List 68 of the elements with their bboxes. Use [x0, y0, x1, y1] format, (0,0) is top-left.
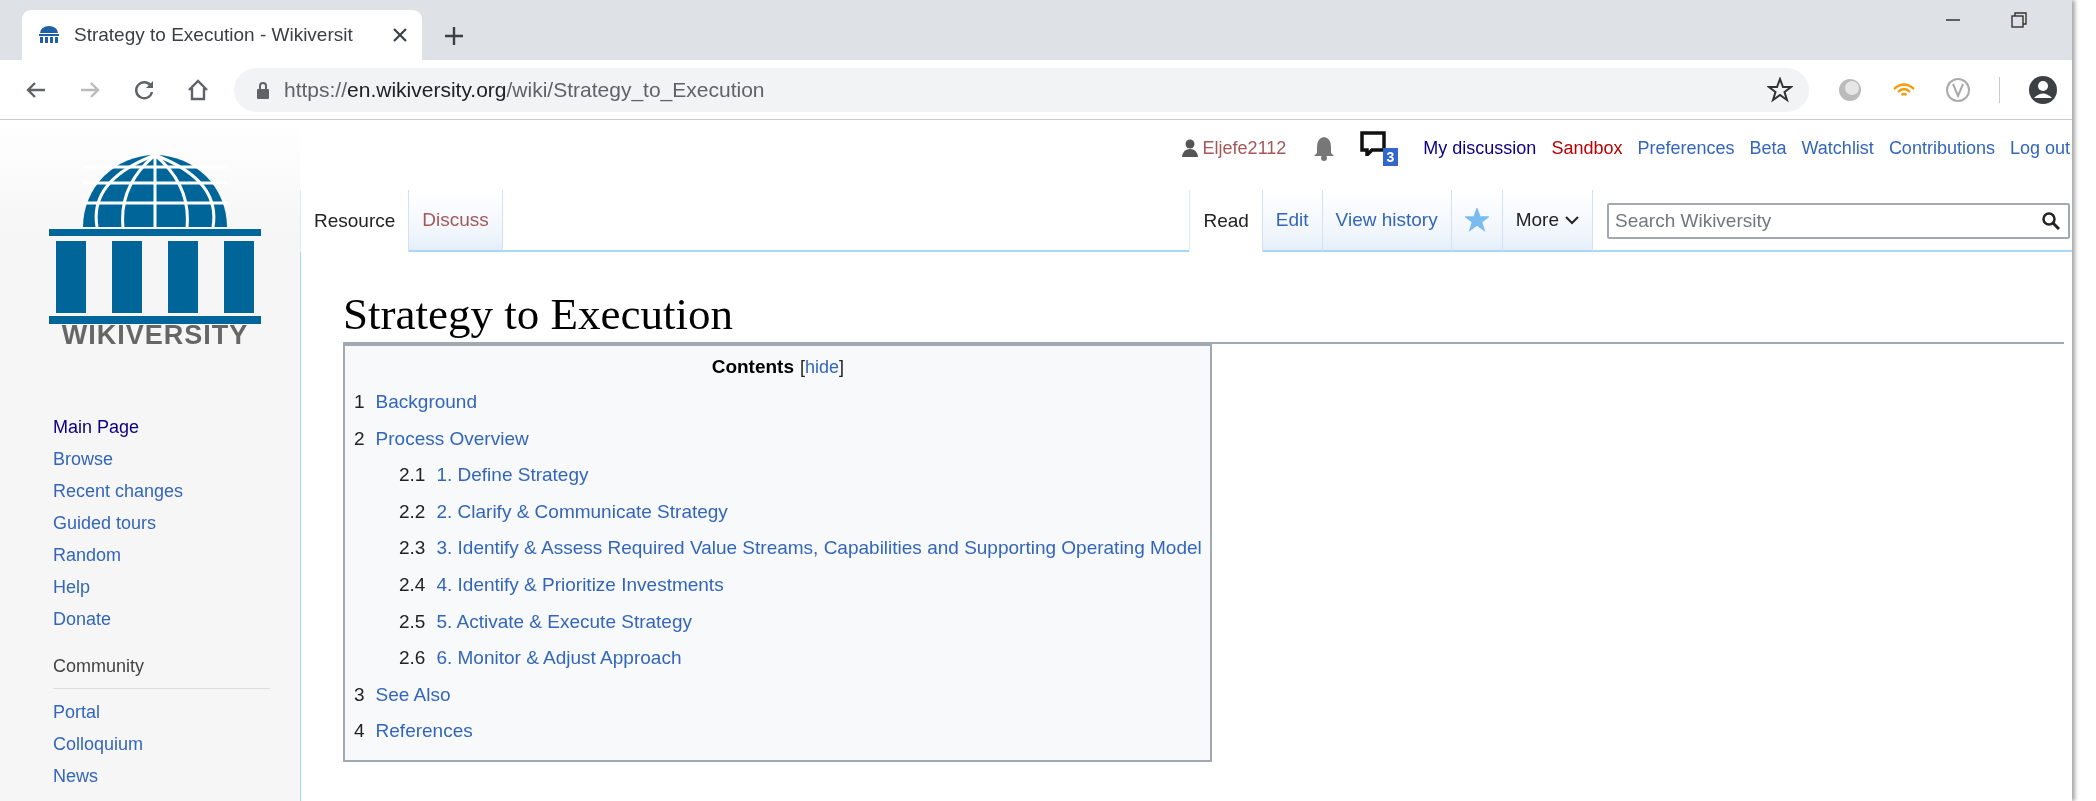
close-icon[interactable] [392, 27, 408, 43]
toc-link[interactable]: 4. Identify & Prioritize Investments [436, 566, 724, 604]
personal-link[interactable]: Contributions [1888, 137, 1995, 159]
toc-title: Contents [711, 355, 794, 379]
browser-tab[interactable]: Strategy to Execution - Wikiversit [22, 10, 422, 60]
toc-link[interactable]: 1. Define Strategy [436, 457, 589, 494]
toc-number: 2.2 [399, 499, 426, 524]
toc-number: 2.6 [399, 646, 426, 671]
toc-link[interactable]: Process Overview [375, 420, 529, 458]
logo-icon[interactable] [49, 155, 261, 325]
user-icon[interactable] [1181, 139, 1198, 157]
home-icon[interactable] [186, 77, 210, 102]
search-field[interactable]: Search Wikiversity [1607, 203, 2070, 239]
plus-icon[interactable] [444, 26, 464, 46]
sidebar-link[interactable]: Main Page [53, 415, 140, 440]
more-menu[interactable]: More [1502, 190, 1593, 252]
personal-link[interactable]: Preferences [1637, 137, 1735, 159]
lock-icon[interactable] [256, 80, 270, 99]
namespace-tab[interactable]: Discuss [409, 190, 503, 252]
toc-number: 1 [354, 390, 365, 414]
toc-link[interactable]: See Also [375, 676, 451, 714]
sidebar-link[interactable]: Portal [53, 700, 101, 725]
sidebar-link[interactable]: Guided tours [53, 511, 157, 536]
sidebar-link[interactable]: Colloquium [53, 732, 144, 757]
restore-icon[interactable] [2011, 12, 2027, 28]
view-tab[interactable]: View history [1322, 190, 1452, 252]
view-tab[interactable]: Edit [1262, 190, 1323, 252]
sidebar-link[interactable]: Random [53, 543, 122, 568]
url-text[interactable]: https://en.wikiversity.org/wiki/Strategy_to_Execution [284, 77, 1753, 102]
personal-link[interactable]: Log out [2009, 137, 2070, 159]
sidebar-link[interactable]: Donate [53, 607, 112, 632]
toc-link[interactable]: 3. Identify & Assess Required Value Streams, Capabilities and Supporting Operating Model [436, 530, 1202, 567]
building-icon[interactable] [38, 26, 60, 44]
bell-icon[interactable] [1313, 135, 1336, 161]
toc-link[interactable]: 2. Clarify & Communicate Strategy [436, 493, 728, 531]
toc-number: 4 [354, 719, 365, 744]
search-icon[interactable] [2042, 212, 2060, 230]
toc-link[interactable]: References [375, 713, 473, 750]
search-input[interactable]: Search Wikiversity [1615, 210, 2042, 232]
view-tab[interactable]: Read [1189, 190, 1263, 252]
sidebar-heading: Community [53, 655, 145, 678]
avatar-icon[interactable] [2028, 74, 2058, 105]
toc-link[interactable]: 5. Activate & Execute Strategy [436, 603, 692, 641]
address-bar[interactable]: https://en.wikiversity.org/wiki/Strategy_to_Execution [234, 67, 1809, 112]
toc-number: 2.4 [399, 572, 426, 597]
star-icon[interactable] [1767, 76, 1793, 103]
sidebar-link[interactable]: Recent changes [53, 479, 184, 504]
notices-button[interactable]: 3 [1360, 130, 1399, 166]
toc-number: 2.1 [399, 463, 426, 488]
toc-number: 2.5 [399, 609, 426, 634]
toc-number: 2.3 [399, 536, 426, 561]
personal-link[interactable]: Sandbox [1551, 137, 1623, 159]
toc-link[interactable]: Background [375, 384, 477, 421]
sidebar-link[interactable]: News [53, 764, 98, 789]
sidebar-link[interactable]: Help [53, 575, 91, 600]
personal-link[interactable]: Beta [1749, 137, 1787, 159]
sidebar-link[interactable]: Browse [53, 447, 114, 472]
personal-link[interactable]: My discussion [1423, 137, 1537, 159]
namespace-tab[interactable]: Resource [300, 190, 410, 252]
personal-link[interactable]: Watchlist [1801, 137, 1874, 159]
user-link[interactable]: Eljefe2112 [1202, 137, 1287, 159]
caret-icon [1565, 215, 1579, 225]
toc-link[interactable]: 6. Monitor & Adjust Approach [436, 640, 682, 677]
logo-wordmark[interactable]: WIKIVERSITY [61, 323, 249, 347]
toc-number: 2 [354, 426, 365, 451]
notice-count: 3 [1382, 148, 1399, 166]
toc-number: 3 [354, 682, 365, 707]
hide-toggle[interactable]: [hide] [800, 357, 845, 378]
